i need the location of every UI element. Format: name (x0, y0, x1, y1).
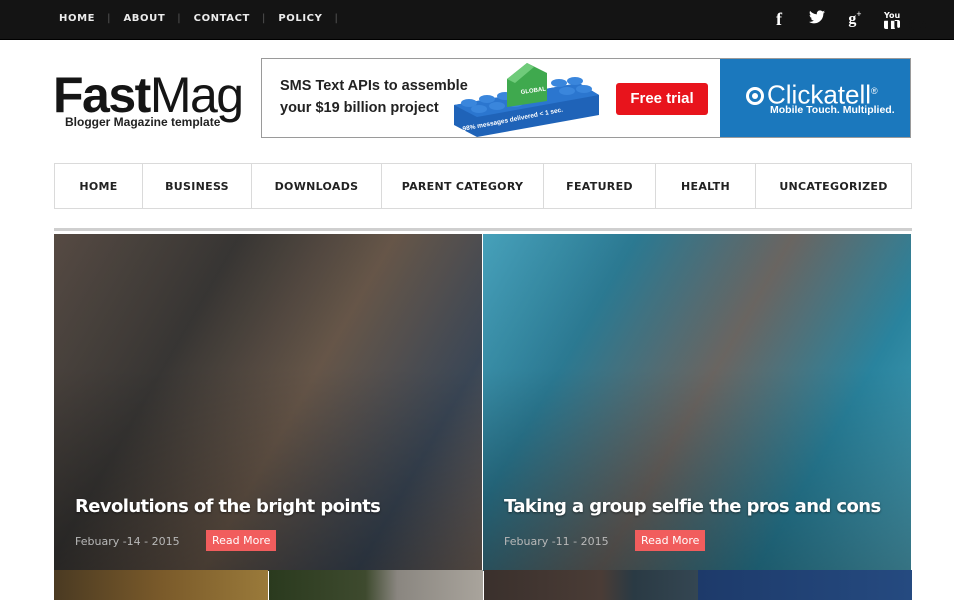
post-thumbnail[interactable] (484, 570, 698, 600)
twitter-icon[interactable] (798, 9, 836, 30)
nav-home[interactable]: HOME (55, 164, 143, 208)
post-title[interactable]: Revolutions of the bright points (75, 496, 381, 517)
post-date: Febuary -11 - 2015 (504, 535, 609, 548)
lego-bricks-illustration: GLOBAL 98% messages delivered < 1 sec. (454, 63, 599, 137)
ad-line-1: SMS Text APIs to assemble (280, 78, 468, 94)
google-plus-icon[interactable]: g+ (836, 9, 874, 30)
nav-downloads[interactable]: DOWNLOADS (252, 164, 382, 208)
featured-post[interactable]: Taking a group selfie the pros and cons … (483, 234, 911, 571)
separator: | (334, 13, 338, 24)
site-logo[interactable]: FastMag Blogger Magazine template (53, 70, 244, 129)
separator: | (177, 13, 181, 24)
ad-brand-panel: Clickatell® Mobile Touch. Multiplied. (720, 59, 910, 137)
registered-mark: ® (871, 86, 878, 96)
post-thumbnail-row (54, 570, 912, 600)
nav-featured[interactable]: FEATURED (544, 164, 656, 208)
top-bar: HOME | ABOUT | CONTACT | POLICY | f g+ Y… (0, 0, 954, 40)
top-nav-home[interactable]: HOME (59, 13, 95, 24)
post-title[interactable]: Taking a group selfie the pros and cons (504, 496, 881, 517)
youtube-icon[interactable]: You Tube (884, 9, 927, 33)
read-more-button[interactable]: Read More (206, 530, 277, 551)
logo-tagline: Blogger Magazine template (65, 115, 221, 129)
read-more-button[interactable]: Read More (635, 530, 706, 551)
nav-parent-category[interactable]: PARENT CATEGORY (382, 164, 544, 208)
ad-line-2: your $19 billion project (280, 100, 439, 116)
main-nav: HOME BUSINESS DOWNLOADS PARENT CATEGORY … (54, 163, 912, 209)
nav-health[interactable]: HEALTH (656, 164, 756, 208)
post-thumbnail[interactable] (269, 570, 483, 600)
logo-wordmark: FastMag (53, 70, 244, 120)
top-nav-about[interactable]: ABOUT (123, 13, 165, 24)
post-thumbnail[interactable] (54, 570, 268, 600)
post-image[interactable] (483, 234, 911, 571)
target-icon (746, 86, 764, 105)
facebook-icon[interactable]: f (760, 9, 798, 30)
post-date: Febuary -14 - 2015 (75, 535, 180, 548)
nav-uncategorized[interactable]: UNCATEGORIZED (756, 164, 911, 208)
ad-headline: SMS Text APIs to assemble your $19 billi… (280, 75, 468, 119)
free-trial-button[interactable]: Free trial (616, 83, 708, 115)
top-nav-contact[interactable]: CONTACT (194, 13, 250, 24)
top-nav: HOME | ABOUT | CONTACT | POLICY | (59, 13, 351, 24)
post-image[interactable] (54, 234, 482, 571)
featured-slider: Revolutions of the bright points Febuary… (54, 228, 912, 571)
nav-business[interactable]: BUSINESS (143, 164, 252, 208)
separator: | (107, 13, 111, 24)
featured-post[interactable]: Revolutions of the bright points Febuary… (54, 234, 482, 571)
social-links: f g+ You Tube (760, 9, 927, 33)
ad-banner[interactable]: SMS Text APIs to assemble your $19 billi… (261, 58, 911, 138)
top-nav-policy[interactable]: POLICY (278, 13, 322, 24)
post-thumbnail[interactable] (698, 570, 912, 600)
brand-slogan: Mobile Touch. Multiplied. (770, 104, 895, 116)
separator: | (261, 13, 266, 24)
